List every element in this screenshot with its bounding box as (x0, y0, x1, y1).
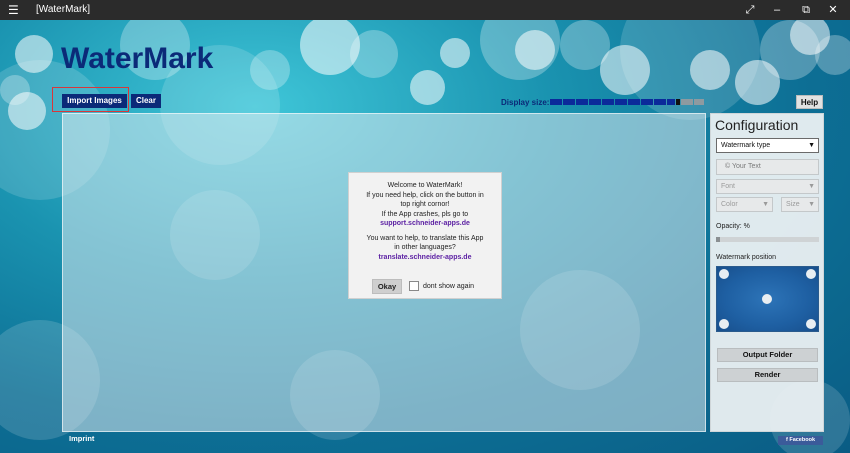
position-dot-top-left[interactable] (719, 269, 729, 279)
watermark-text-input[interactable]: © Your Text (716, 159, 819, 175)
dialog-line: You want to help, to translate this App (366, 234, 484, 242)
expand-icon[interactable]: ⤢ (743, 3, 757, 17)
window-title: [WaterMark] (36, 4, 91, 15)
watermark-position-grid[interactable] (716, 266, 819, 332)
welcome-dialog: Welcome to WaterMark! If you need help, … (348, 172, 502, 299)
chevron-down-icon: ▼ (808, 183, 815, 190)
close-icon[interactable]: ✕ (826, 3, 840, 17)
minimize-icon[interactable]: – (770, 3, 784, 17)
position-dot-bottom-right[interactable] (806, 319, 816, 329)
font-select[interactable]: Font ▼ (716, 179, 819, 194)
chevron-down-icon: ▼ (762, 201, 769, 208)
color-select[interactable]: Color ▼ (716, 197, 773, 212)
opacity-slider-fill (716, 237, 721, 242)
opacity-slider[interactable] (716, 237, 819, 242)
watermark-position-label: Watermark position (716, 254, 777, 261)
clear-button[interactable]: Clear (131, 94, 161, 108)
dialog-line: top right cornor! (400, 201, 450, 208)
support-link[interactable]: support.schneider-apps.de (349, 219, 501, 229)
watermark-type-select[interactable]: Watermark type ▼ (716, 138, 819, 153)
position-dot-top-right[interactable] (806, 269, 816, 279)
app-title: WaterMark (61, 42, 214, 75)
hamburger-icon[interactable]: ☰ (8, 3, 19, 17)
watermark-type-value: Watermark type (721, 142, 771, 149)
dialog-line: If you need help, click on the button in (366, 191, 484, 199)
configuration-title: Configuration (715, 117, 799, 133)
okay-button[interactable]: Okay (372, 279, 402, 294)
import-images-button[interactable]: Import Images (62, 94, 127, 108)
position-dot-center[interactable] (762, 294, 772, 304)
size-select[interactable]: Size ▼ (781, 197, 819, 212)
render-button[interactable]: Render (717, 368, 818, 382)
display-size-thumb (676, 99, 680, 105)
configuration-panel: Configuration Watermark type ▼ © Your Te… (710, 113, 824, 432)
facebook-button[interactable]: f Facebook (778, 436, 823, 445)
imprint-link[interactable]: Imprint (69, 434, 94, 443)
translate-link[interactable]: translate.schneider-apps.de (349, 253, 501, 263)
dialog-line: in other languages? (394, 244, 456, 251)
dialog-line: Welcome to WaterMark! (387, 182, 463, 189)
chevron-down-icon: ▼ (808, 142, 815, 149)
color-placeholder: Color (721, 201, 738, 208)
size-placeholder: Size (786, 201, 800, 208)
help-button[interactable]: Help (796, 95, 823, 109)
opacity-label: Opacity: % (716, 223, 750, 230)
display-size-label: Display size: (501, 98, 550, 107)
dont-show-label: dont show again (423, 283, 474, 290)
output-folder-button[interactable]: Output Folder (717, 348, 818, 362)
dont-show-checkbox[interactable] (409, 281, 419, 291)
restore-icon[interactable]: ⧉ (799, 3, 813, 17)
font-placeholder: Font (721, 183, 736, 190)
position-dot-bottom-left[interactable] (719, 319, 729, 329)
dialog-line: If the App crashes, pls go to (381, 210, 469, 218)
display-size-slider[interactable] (550, 99, 705, 105)
window-titlebar: ☰ [WaterMark] ⤢ – ⧉ ✕ (0, 0, 850, 20)
chevron-down-icon: ▼ (808, 201, 815, 208)
